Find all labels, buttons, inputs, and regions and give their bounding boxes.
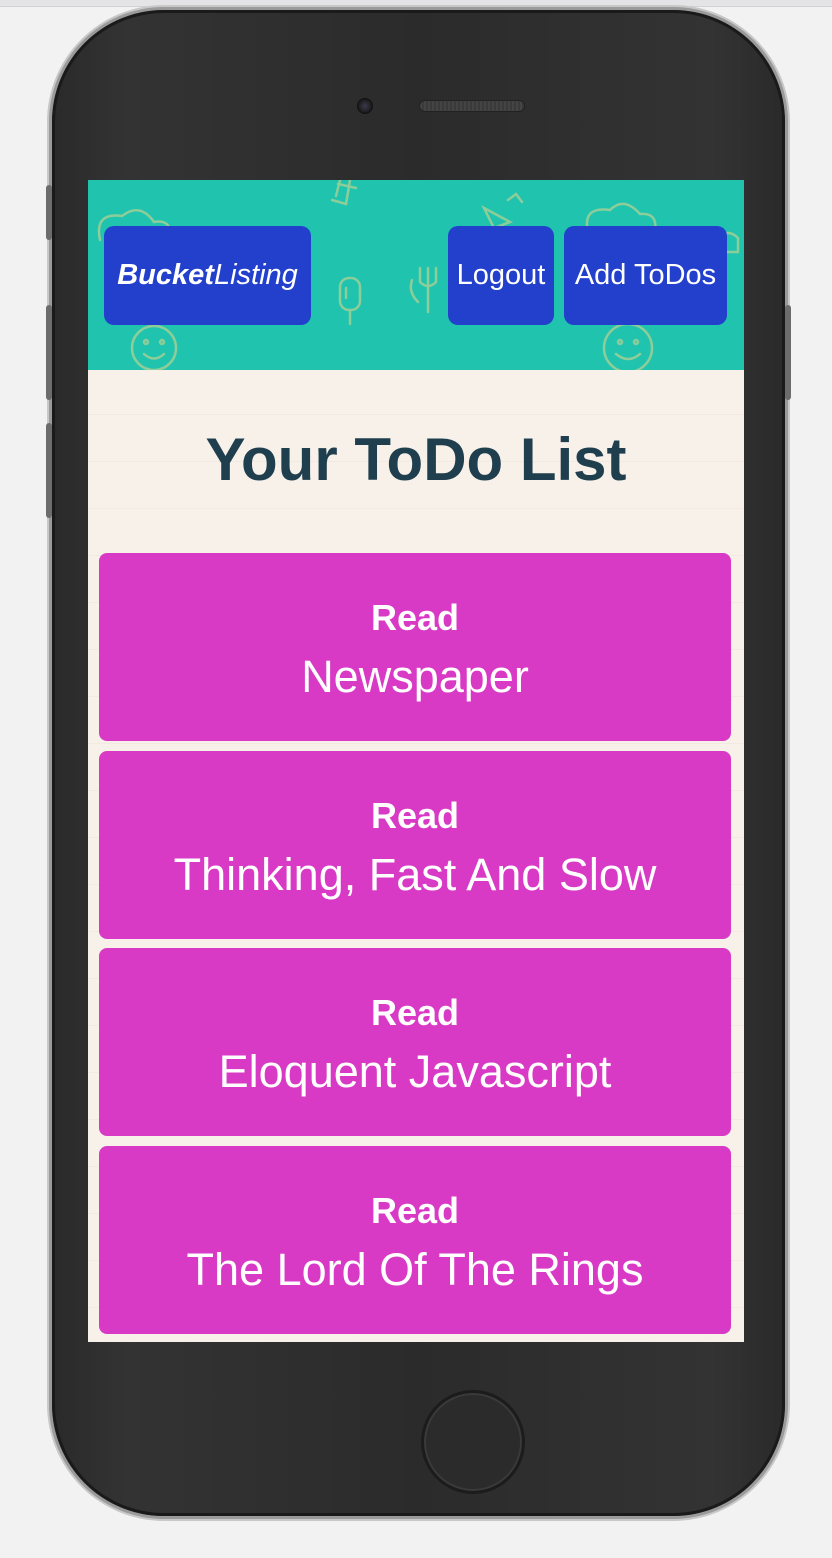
phone-home-button[interactable] xyxy=(421,1390,525,1494)
app-header: Bucket Listing Logout Add ToDos xyxy=(88,180,744,370)
todo-item-text: The Lord Of The Rings xyxy=(186,1244,644,1295)
add-todos-button[interactable]: Add ToDos xyxy=(564,226,727,325)
todo-card[interactable]: Read The Lord Of The Rings xyxy=(99,1146,731,1334)
phone-volume-up xyxy=(46,305,52,400)
browser-top-strip xyxy=(0,0,832,7)
phone-silent-switch xyxy=(46,185,52,240)
brand-name-italic: Listing xyxy=(213,259,298,291)
page-title: Your ToDo List xyxy=(205,426,627,493)
todo-verb: Read xyxy=(370,597,460,638)
app-screen: Bucket Listing Logout Add ToDos Your ToDo… xyxy=(88,180,744,1342)
todo-verb: Read xyxy=(370,795,460,836)
phone-speaker xyxy=(419,100,525,112)
todo-card[interactable]: Read Thinking, Fast And Slow xyxy=(99,751,731,939)
phone-volume-down xyxy=(46,423,52,518)
phone-power-button xyxy=(785,305,791,400)
phone-camera-icon xyxy=(357,98,373,114)
todo-verb: Read xyxy=(370,1190,460,1231)
todo-verb: Read xyxy=(370,992,460,1033)
brand-logo-button[interactable]: Bucket Listing xyxy=(104,226,311,325)
todo-item-text: Thinking, Fast And Slow xyxy=(173,849,657,900)
logout-button[interactable]: Logout xyxy=(448,226,554,325)
todo-item-text: Eloquent Javascript xyxy=(218,1046,612,1097)
todo-card[interactable]: Read Newspaper xyxy=(99,553,731,741)
todo-card[interactable]: Read Eloquent Javascript xyxy=(99,948,731,1136)
brand-name-bold: Bucket xyxy=(117,259,214,291)
todo-item-text: Newspaper xyxy=(301,651,529,702)
